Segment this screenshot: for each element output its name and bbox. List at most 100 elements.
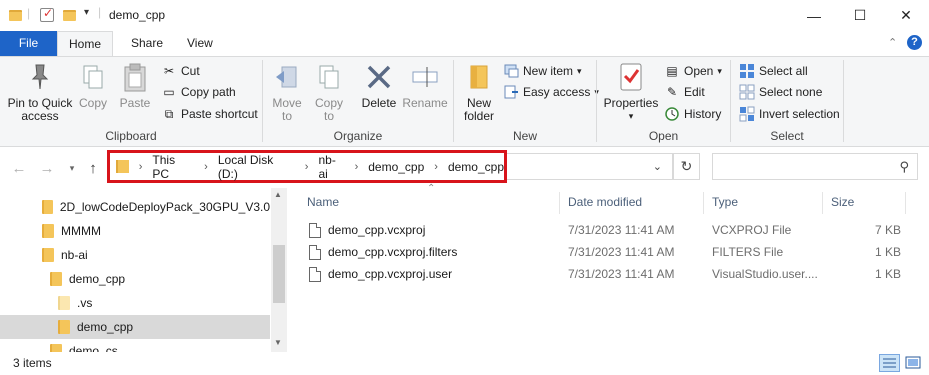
chevron-right-icon: › bbox=[304, 160, 309, 173]
column-separator[interactable] bbox=[905, 192, 906, 214]
edit-button[interactable]: ✎ Edit bbox=[664, 82, 705, 102]
close-button[interactable]: ✕ bbox=[883, 0, 929, 31]
column-header-size[interactable]: Size bbox=[831, 192, 901, 216]
properties-quick-icon[interactable]: ✓ bbox=[40, 6, 54, 22]
collapse-ribbon-icon[interactable]: ⌃ bbox=[888, 36, 897, 49]
invert-selection-button[interactable]: Invert selection bbox=[739, 104, 840, 124]
title-divider: | bbox=[27, 6, 31, 20]
select-all-icon bbox=[739, 63, 755, 79]
file-row[interactable]: demo_cpp.vcxproj 7/31/2023 11:41 AM VCXP… bbox=[305, 219, 909, 241]
tree-item[interactable]: nb-ai bbox=[0, 243, 270, 267]
group-label-organize: Organize bbox=[333, 129, 383, 143]
minimize-button[interactable]: — bbox=[791, 0, 837, 31]
forward-arrow-icon[interactable]: → bbox=[37, 158, 57, 178]
back-arrow-icon[interactable]: ← bbox=[9, 158, 29, 178]
file-icon bbox=[309, 245, 321, 260]
maximize-button[interactable]: ☐ bbox=[837, 0, 883, 31]
tree-item[interactable]: demo_cs bbox=[0, 339, 270, 352]
title-bar: | ✓ ▾ | demo_cpp — ☐ ✕ bbox=[0, 0, 929, 31]
column-separator[interactable] bbox=[703, 192, 704, 214]
address-history-dropdown-icon[interactable]: ⌄ bbox=[653, 160, 662, 173]
window-title: demo_cpp bbox=[109, 8, 166, 22]
tree-item-selected[interactable]: demo_cpp bbox=[0, 315, 270, 339]
new-item-button[interactable]: New item ▾ bbox=[503, 61, 582, 81]
tab-file[interactable]: File bbox=[0, 31, 57, 56]
pin-to-quick-access-button[interactable]: Pin to Quick access bbox=[4, 60, 76, 123]
column-header-date[interactable]: Date modified bbox=[568, 192, 703, 216]
tree-item[interactable]: 2D_lowCodeDeployPack_30GPU_V3.0 bbox=[0, 195, 270, 219]
file-icon bbox=[309, 223, 321, 238]
breadcrumb-nb-ai[interactable]: nb-ai bbox=[318, 153, 344, 181]
rename-icon bbox=[408, 60, 442, 94]
column-separator[interactable] bbox=[559, 192, 560, 214]
large-icons-view-icon[interactable] bbox=[903, 354, 924, 372]
open-icon: ▤ bbox=[666, 64, 678, 78]
customize-toolbar-icon[interactable]: ▾ bbox=[84, 7, 89, 18]
navigation-pane: 2D_lowCodeDeployPack_30GPU_V3.0 MMMM nb-… bbox=[0, 188, 287, 352]
status-bar: 3 items bbox=[0, 352, 929, 374]
up-arrow-icon[interactable]: ↑ bbox=[83, 158, 103, 178]
tab-home[interactable]: Home bbox=[57, 31, 113, 57]
folder-icon bbox=[58, 320, 70, 334]
chevron-right-icon: › bbox=[204, 160, 208, 173]
pin-icon bbox=[23, 60, 57, 94]
cut-button[interactable]: ✂ Cut bbox=[161, 61, 200, 81]
paste-button[interactable]: Paste bbox=[117, 60, 153, 110]
copy-path-icon: ▭ bbox=[163, 85, 175, 99]
recent-locations-icon[interactable]: ▾ bbox=[62, 158, 82, 178]
help-icon[interactable]: ? bbox=[907, 35, 922, 50]
file-row[interactable]: demo_cpp.vcxproj.filters 7/31/2023 11:41… bbox=[305, 241, 909, 263]
chevron-right-icon: › bbox=[354, 160, 359, 173]
folder-icon bbox=[42, 224, 54, 238]
history-icon bbox=[664, 106, 680, 122]
new-item-icon bbox=[503, 63, 519, 79]
tab-view[interactable]: View bbox=[174, 31, 226, 56]
breadcrumb-demo-cpp-current[interactable]: demo_cpp bbox=[448, 160, 504, 174]
copy-button[interactable]: Copy bbox=[76, 60, 110, 110]
folder-icon bbox=[50, 272, 62, 286]
folder-icon bbox=[116, 160, 129, 173]
item-count: 3 items bbox=[13, 356, 52, 370]
copy-to-button[interactable]: Copy to bbox=[310, 60, 348, 123]
select-none-button[interactable]: Select none bbox=[739, 82, 822, 102]
breadcrumb-this-pc[interactable]: This PC bbox=[152, 153, 194, 181]
column-separator[interactable] bbox=[822, 192, 823, 214]
details-view-icon[interactable] bbox=[879, 354, 900, 372]
history-button[interactable]: History bbox=[664, 104, 721, 124]
easy-access-button[interactable]: Easy access▾ bbox=[503, 82, 599, 102]
ribbon-separator bbox=[843, 60, 844, 142]
paste-shortcut-button[interactable]: ⧉ Paste shortcut bbox=[161, 104, 258, 124]
copy-path-button[interactable]: ▭ Copy path bbox=[161, 82, 235, 102]
tab-share[interactable]: Share bbox=[118, 31, 176, 56]
group-label-select: Select bbox=[770, 129, 804, 143]
select-all-button[interactable]: Select all bbox=[739, 61, 808, 81]
properties-button[interactable]: Properties ▾ bbox=[603, 60, 659, 123]
delete-button[interactable]: Delete bbox=[358, 60, 400, 110]
chevron-down-icon: ▾ bbox=[717, 65, 722, 76]
move-to-button[interactable]: Move to bbox=[268, 60, 306, 123]
tree-item[interactable]: MMMM bbox=[0, 219, 270, 243]
open-button[interactable]: ▤ Open ▾ bbox=[664, 61, 722, 81]
file-row[interactable]: demo_cpp.vcxproj.user 7/31/2023 11:41 AM… bbox=[305, 263, 909, 285]
search-icon: ⚲ bbox=[899, 159, 909, 174]
address-bar-empty[interactable]: ⌄ bbox=[507, 153, 673, 180]
refresh-button[interactable]: ↻ bbox=[673, 153, 700, 180]
scroll-up-icon[interactable]: ▲ bbox=[274, 190, 282, 199]
scroll-down-icon[interactable]: ▼ bbox=[274, 338, 282, 347]
search-input[interactable]: ⚲ bbox=[712, 153, 918, 180]
breadcrumb-local-disk[interactable]: Local Disk (D:) bbox=[218, 153, 295, 181]
folder-icon bbox=[58, 296, 70, 310]
new-folder-button[interactable]: New folder bbox=[458, 60, 500, 123]
column-header-type[interactable]: Type bbox=[712, 192, 822, 216]
address-bar[interactable]: › This PC › Local Disk (D:) › nb-ai › de… bbox=[107, 150, 507, 183]
column-header-name[interactable]: Name bbox=[307, 192, 559, 216]
scrollbar-thumb[interactable] bbox=[273, 245, 285, 303]
refresh-icon: ↻ bbox=[680, 158, 693, 174]
tree-item[interactable]: .vs bbox=[0, 291, 270, 315]
new-folder-quick-icon[interactable] bbox=[63, 10, 76, 21]
breadcrumb-demo-cpp[interactable]: demo_cpp bbox=[368, 160, 424, 174]
rename-button[interactable]: Rename bbox=[402, 60, 448, 110]
tree-item[interactable]: demo_cpp bbox=[0, 267, 270, 291]
chevron-right-icon: › bbox=[138, 160, 143, 173]
invert-selection-icon bbox=[739, 106, 755, 122]
